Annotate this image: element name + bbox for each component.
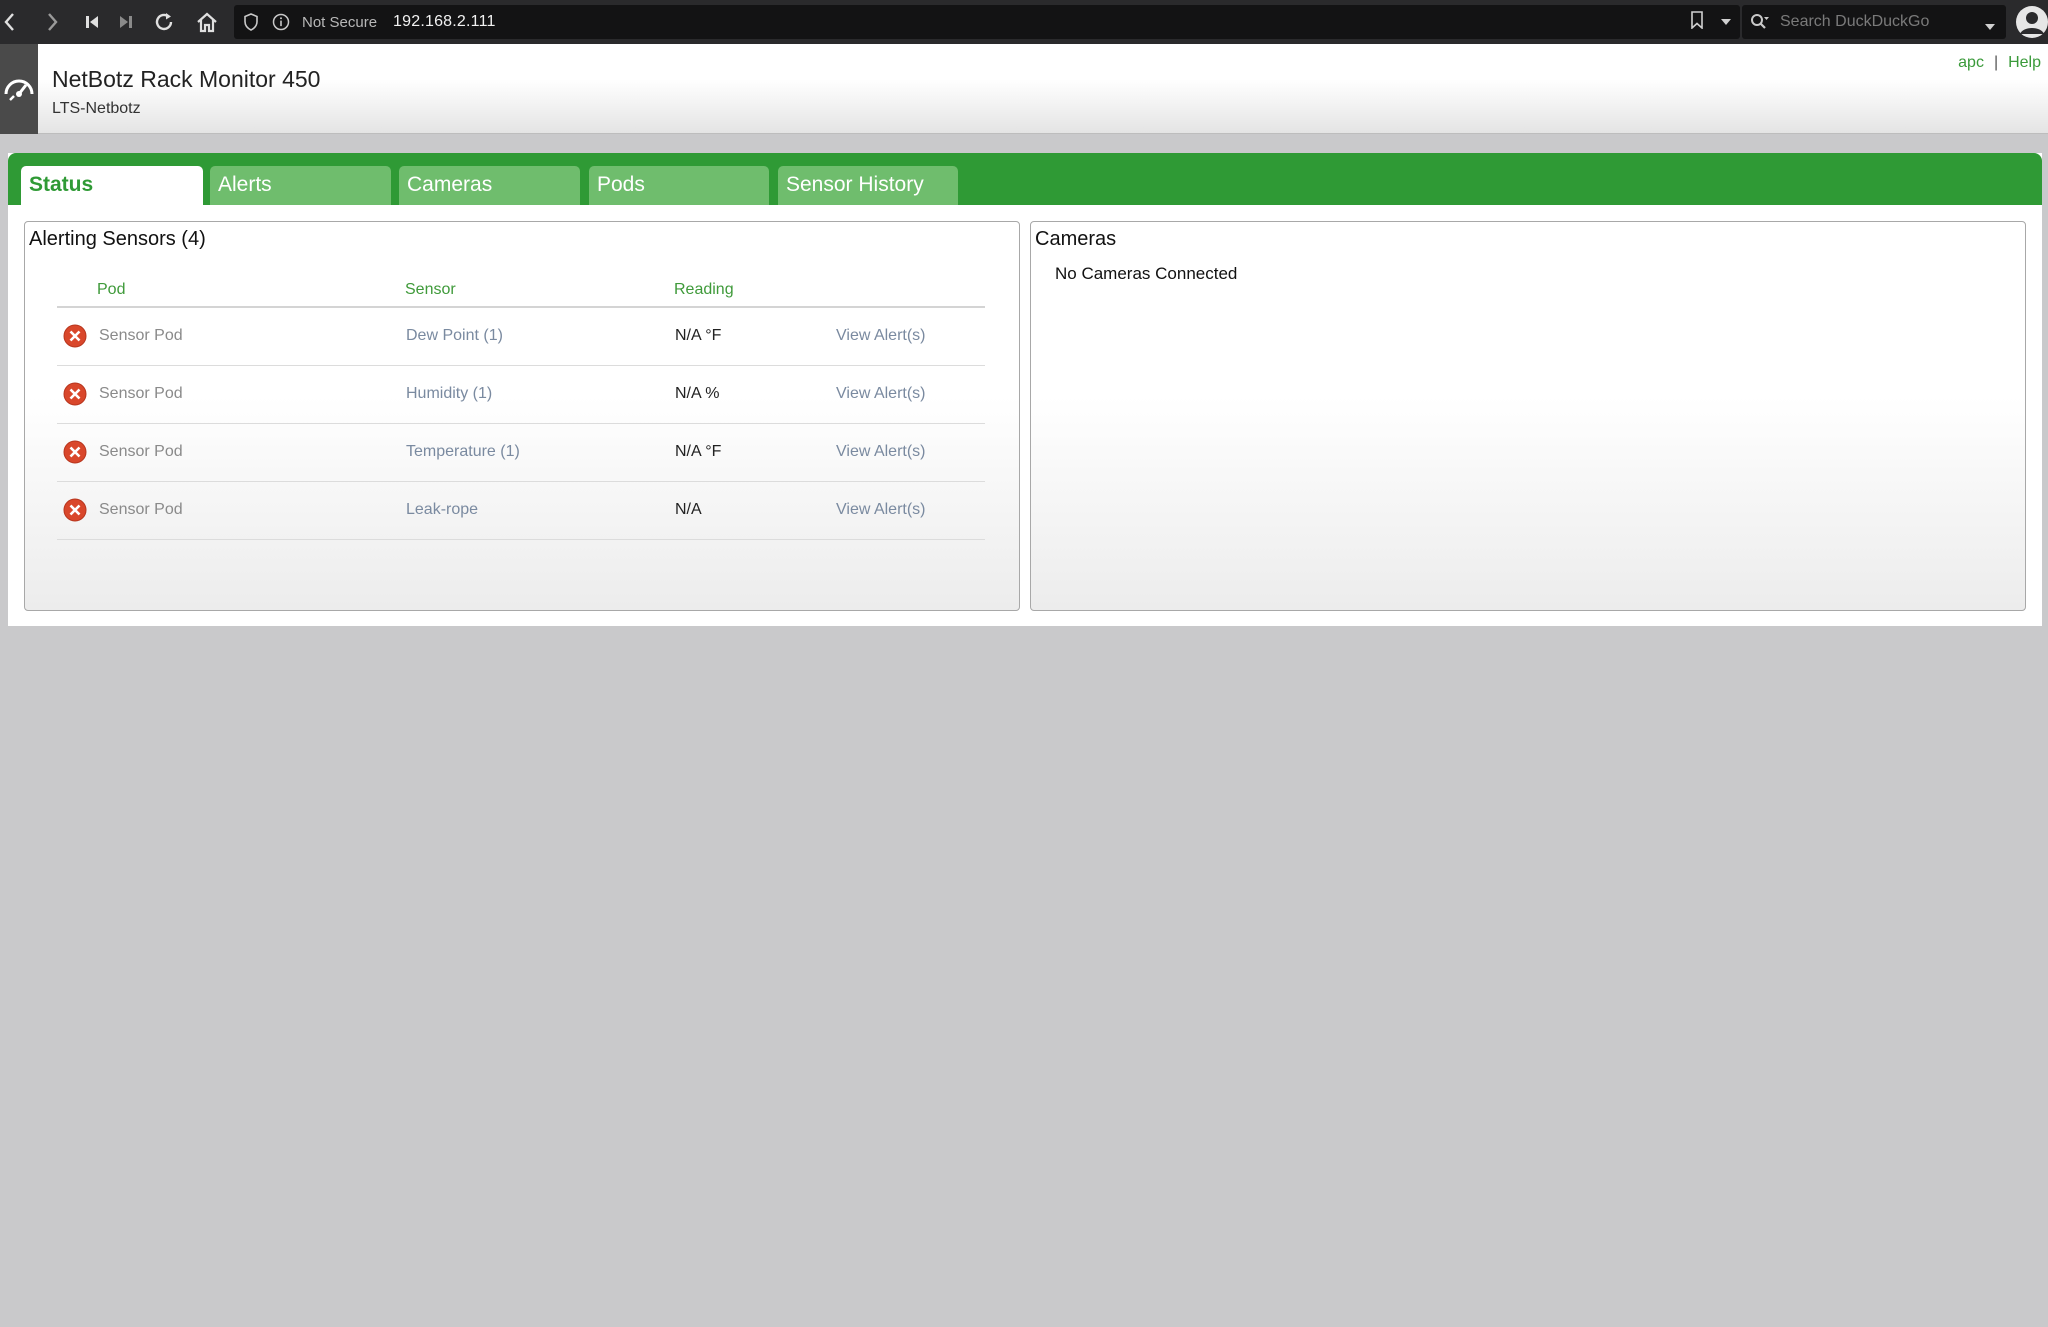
- shield-icon[interactable]: [244, 13, 258, 31]
- info-icon[interactable]: [272, 13, 290, 31]
- security-label: Not Secure: [302, 13, 378, 31]
- tab-pods[interactable]: Pods: [589, 166, 769, 205]
- reading-value: N/A °F: [675, 327, 722, 344]
- table-row: Sensor Pod Leak-rope N/A View Alert(s): [57, 482, 985, 540]
- tab-bar: Status Alerts Cameras Pods Sensor Histor…: [8, 153, 2042, 205]
- url-text[interactable]: 192.168.2.111: [393, 13, 496, 31]
- pod-link[interactable]: Sensor Pod: [99, 501, 183, 519]
- profile-avatar-icon[interactable]: [2014, 4, 2048, 40]
- pod-link[interactable]: Sensor Pod: [99, 385, 183, 403]
- search-input[interactable]: Search DuckDuckGo: [1742, 5, 2006, 39]
- table-row: Sensor Pod Dew Point (1) N/A °F View Ale…: [57, 308, 985, 366]
- back-icon[interactable]: [0, 0, 20, 44]
- app-header: NetBotz Rack Monitor 450 LTS-Netbotz apc…: [0, 44, 2048, 134]
- tab-sensor-history[interactable]: Sensor History: [778, 166, 958, 205]
- sensor-link[interactable]: Dew Point (1): [406, 327, 503, 345]
- cameras-title: Cameras: [1035, 228, 1117, 250]
- view-alerts-link[interactable]: View Alert(s): [836, 443, 926, 461]
- reload-icon[interactable]: [150, 0, 178, 44]
- pod-link[interactable]: Sensor Pod: [99, 327, 183, 345]
- help-link[interactable]: Help: [2008, 54, 2041, 71]
- tab-cameras[interactable]: Cameras: [399, 166, 580, 205]
- device-name: LTS-Netbotz: [52, 100, 141, 117]
- reading-value: N/A: [675, 501, 702, 518]
- column-header-sensor[interactable]: Sensor: [405, 281, 456, 299]
- search-icon: [1750, 13, 1770, 31]
- chevron-down-icon[interactable]: [1984, 18, 1996, 36]
- error-x-circle-icon: [63, 440, 87, 464]
- sensor-link[interactable]: Temperature (1): [406, 443, 520, 461]
- page-title: NetBotz Rack Monitor 450: [52, 66, 321, 92]
- view-alerts-link[interactable]: View Alert(s): [836, 327, 926, 345]
- main-panel: Status Alerts Cameras Pods Sensor Histor…: [8, 153, 2042, 626]
- table-row: Sensor Pod Humidity (1) N/A % View Alert…: [57, 366, 985, 424]
- forward-icon[interactable]: [40, 0, 64, 44]
- top-links: apc | Help: [1958, 54, 2041, 72]
- reading-value: N/A %: [675, 385, 720, 402]
- user-link[interactable]: apc: [1958, 54, 1984, 71]
- link-separator: |: [1993, 54, 1999, 71]
- sensor-link[interactable]: Leak-rope: [406, 501, 478, 519]
- gauge-icon: [0, 44, 38, 134]
- error-x-circle-icon: [63, 324, 87, 348]
- search-placeholder: Search DuckDuckGo: [1780, 13, 1930, 30]
- skip-forward-icon[interactable]: [114, 0, 138, 44]
- view-alerts-link[interactable]: View Alert(s): [836, 501, 926, 519]
- view-alerts-link[interactable]: View Alert(s): [836, 385, 926, 403]
- table-header: Pod Sensor Reading: [57, 272, 985, 308]
- cameras-panel: Cameras No Cameras Connected: [1030, 221, 2026, 611]
- address-bar[interactable]: Not Secure 192.168.2.111: [234, 5, 1740, 39]
- alerting-sensors-panel: Alerting Sensors (4) Pod Sensor Reading …: [24, 221, 1020, 611]
- pod-link[interactable]: Sensor Pod: [99, 443, 183, 461]
- alerting-sensors-title: Alerting Sensors (4): [29, 228, 206, 250]
- alerting-sensors-table: Pod Sensor Reading Sensor Pod Dew Point …: [57, 272, 985, 540]
- sensor-link[interactable]: Humidity (1): [406, 385, 492, 403]
- bookmark-icon[interactable]: [1690, 10, 1704, 34]
- tab-status[interactable]: Status: [21, 166, 203, 205]
- no-cameras-message: No Cameras Connected: [1055, 264, 1238, 283]
- column-header-pod[interactable]: Pod: [97, 281, 125, 299]
- chevron-down-icon[interactable]: [1720, 13, 1732, 31]
- error-x-circle-icon: [63, 382, 87, 406]
- reading-value: N/A °F: [675, 443, 722, 460]
- error-x-circle-icon: [63, 498, 87, 522]
- tab-alerts[interactable]: Alerts: [210, 166, 391, 205]
- home-icon[interactable]: [192, 0, 222, 44]
- table-row: Sensor Pod Temperature (1) N/A °F View A…: [57, 424, 985, 482]
- browser-toolbar: Not Secure 192.168.2.111 Search DuckDuck…: [0, 0, 2048, 44]
- skip-back-icon[interactable]: [80, 0, 104, 44]
- column-header-reading[interactable]: Reading: [674, 281, 734, 299]
